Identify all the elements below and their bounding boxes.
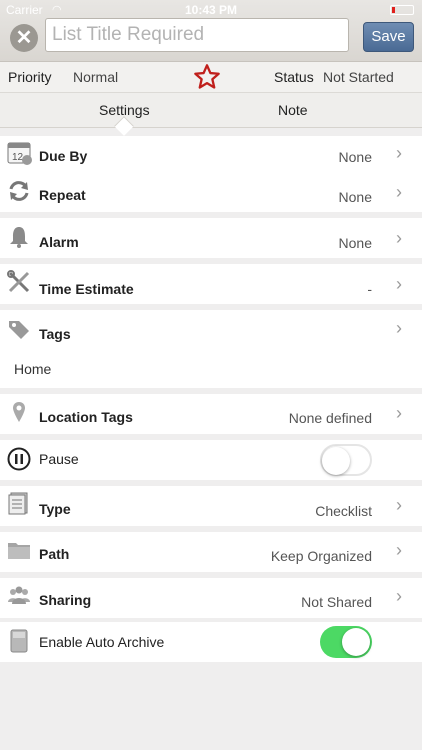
close-button[interactable]: ✕: [10, 24, 38, 52]
pause-icon: [7, 447, 31, 471]
pause-row: Pause: [0, 440, 422, 480]
star-icon[interactable]: [193, 63, 221, 91]
chevron-right-icon: ›: [396, 228, 402, 248]
time-estimate-row[interactable]: Time Estimate - ›: [0, 264, 422, 304]
people-icon: [8, 586, 30, 604]
chevron-right-icon: ›: [396, 495, 402, 515]
calendar-icon: 12: [7, 142, 32, 165]
chevron-right-icon: ›: [396, 318, 402, 338]
checklist-icon: [8, 492, 28, 515]
status-label: Status: [274, 69, 314, 85]
time-estimate-value: -: [367, 281, 372, 297]
path-value: Keep Organized: [270, 548, 372, 564]
bell-icon: [10, 227, 28, 248]
priority-value[interactable]: Normal: [73, 69, 118, 85]
folder-icon: [8, 543, 30, 559]
location-tags-label: Location Tags: [39, 409, 133, 425]
toggle-knob: [342, 628, 370, 656]
tab-indicator: [114, 116, 134, 136]
tag-icon: [9, 321, 29, 339]
chevron-right-icon: ›: [396, 403, 402, 423]
path-row[interactable]: Path Keep Organized ›: [0, 532, 422, 572]
sharing-value: Not Shared: [301, 594, 372, 610]
due-by-row[interactable]: 12 Due By None ›: [0, 136, 422, 176]
chevron-right-icon: ›: [396, 143, 402, 163]
type-value: Checklist: [315, 503, 372, 519]
tools-icon: [7, 270, 30, 293]
chevron-right-icon: ›: [396, 274, 402, 294]
repeat-row[interactable]: Repeat None ›: [0, 176, 422, 212]
sharing-label: Sharing: [39, 592, 92, 608]
due-by-value: None: [338, 149, 372, 165]
tab-note[interactable]: Note: [278, 102, 308, 118]
due-by-label: Due By: [39, 148, 88, 164]
time-estimate-label: Time Estimate: [39, 281, 134, 297]
toggle-knob: [322, 447, 350, 475]
auto-archive-label: Enable Auto Archive: [39, 634, 165, 650]
status-value[interactable]: Not Started: [323, 69, 394, 85]
pause-toggle[interactable]: [320, 444, 372, 476]
tags-value: Home: [14, 361, 52, 377]
location-pin-icon: [13, 402, 25, 422]
auto-archive-row: Enable Auto Archive: [0, 622, 422, 662]
tags-label: Tags: [39, 326, 71, 342]
repeat-value: None: [338, 189, 372, 205]
archive-icon: [10, 629, 28, 653]
type-label: Type: [39, 501, 71, 517]
sharing-row[interactable]: Sharing Not Shared ›: [0, 578, 422, 618]
path-label: Path: [39, 546, 70, 562]
alarm-label: Alarm: [39, 234, 79, 250]
tags-row[interactable]: Tags › Home: [0, 310, 422, 388]
auto-archive-toggle[interactable]: [320, 626, 372, 658]
segmented-tabs: Settings Note: [0, 92, 422, 136]
pause-label: Pause: [39, 451, 79, 467]
nav-header: Carrier ◠ 10:43 PM ✕ Save: [0, 0, 422, 62]
priority-status-row: Priority Normal Status Not Started: [0, 62, 422, 92]
alarm-row[interactable]: Alarm None ›: [0, 218, 422, 258]
status-bar: Carrier ◠ 10:43 PM: [0, 0, 422, 20]
save-button[interactable]: Save: [363, 22, 414, 52]
chevron-right-icon: ›: [396, 182, 402, 202]
repeat-label: Repeat: [39, 187, 86, 203]
alarm-value: None: [338, 235, 372, 251]
repeat-icon: [9, 181, 29, 201]
battery-icon: [390, 5, 414, 15]
list-title-input[interactable]: [45, 18, 349, 52]
priority-label: Priority: [8, 69, 52, 85]
chevron-right-icon: ›: [396, 540, 402, 560]
clock: 10:43 PM: [184, 3, 238, 17]
svg-text:12: 12: [12, 152, 24, 163]
location-tags-value: None defined: [288, 410, 372, 426]
location-tags-row[interactable]: Location Tags None defined ›: [0, 394, 422, 434]
type-row[interactable]: Type Checklist ›: [0, 486, 422, 526]
chevron-right-icon: ›: [396, 586, 402, 606]
